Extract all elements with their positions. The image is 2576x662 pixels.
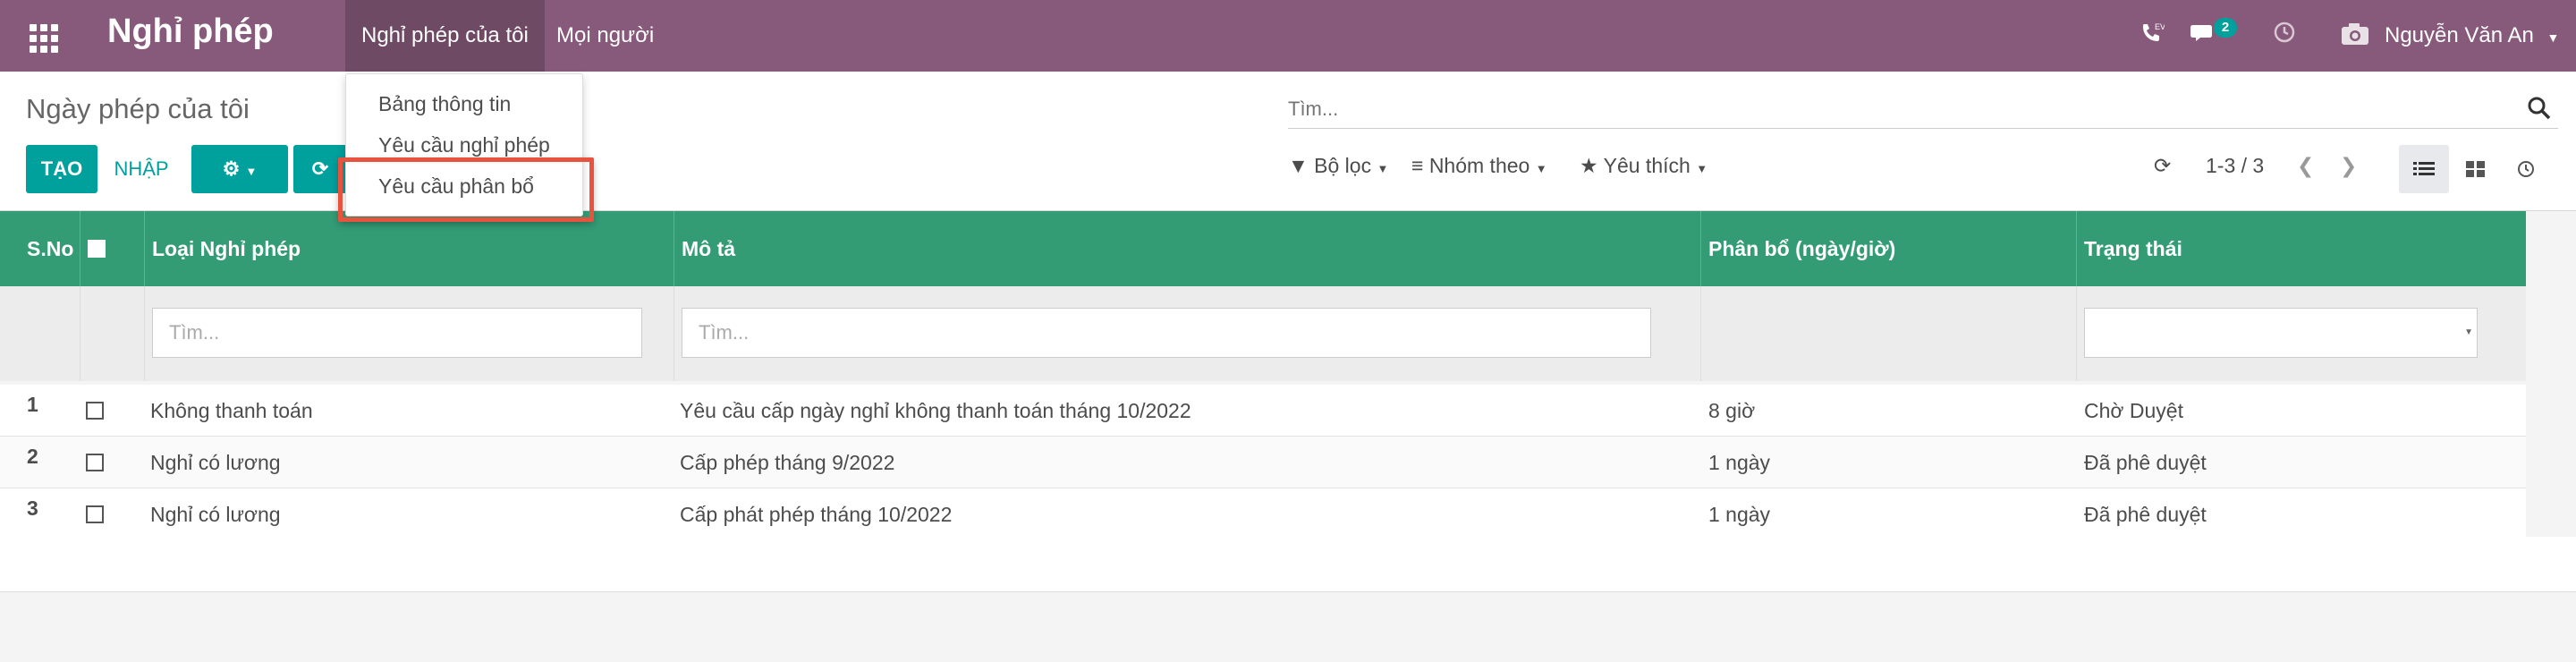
filter-cell-alloc — [1701, 286, 2077, 381]
row-allocation: 1 ngày — [1708, 503, 1771, 526]
star-icon: ★ — [1580, 154, 1598, 177]
highlight-annotation-box — [338, 157, 594, 222]
avatar-icon[interactable] — [2340, 20, 2374, 53]
svg-text:EV: EV — [2155, 22, 2165, 31]
menu-everyone[interactable]: Mọi người — [540, 0, 670, 72]
apps-menu-icon[interactable] — [25, 20, 58, 53]
search-input[interactable] — [1288, 91, 2504, 127]
table-header: S.No Loại Nghỉ phép Mô tả Phân bổ (ngày/… — [0, 211, 2526, 286]
caret-down-icon: ▼ — [1377, 162, 1389, 175]
list-icon: ≡ — [1411, 154, 1424, 177]
user-menu[interactable]: Nguyễn Văn An ▼ — [2385, 0, 2559, 72]
row-checkbox[interactable] — [86, 454, 104, 471]
group-by-label: Nhóm theo — [1428, 154, 1530, 177]
activity-clock-icon[interactable] — [2272, 20, 2297, 51]
caret-down-icon: ▼ — [1535, 162, 1547, 175]
pager-previous-icon[interactable]: ❮ — [2297, 154, 2314, 178]
filter-cell-status: ▼ — [2077, 286, 2526, 381]
clock-icon — [2518, 161, 2534, 177]
table-row[interactable]: 2 Nghỉ có lương Cấp phép tháng 9/2022 1 … — [0, 437, 2526, 488]
group-by-button[interactable]: ≡ Nhóm theo ▼ — [1411, 154, 1547, 178]
top-navbar: Nghỉ phép Nghỉ phép của tôi Mọi người EV… — [0, 0, 2576, 72]
refresh-icon: ⟳ — [311, 157, 329, 180]
app-title: Nghỉ phép — [107, 13, 274, 50]
row-status: Đã phê duyệt — [2084, 503, 2207, 526]
kanban-view-button[interactable] — [2451, 145, 2501, 193]
pager-value[interactable]: 1-3 / 3 — [2206, 154, 2264, 178]
search-bar — [1288, 91, 2558, 129]
user-name: Nguyễn Văn An — [2385, 23, 2534, 47]
filter-button[interactable]: ▼ Bộ lọc ▼ — [1288, 154, 1388, 178]
row-allocation: 8 giờ — [1708, 399, 1756, 422]
dropdown-item-dashboard[interactable]: Bảng thông tin — [378, 92, 511, 116]
menu-my-leaves[interactable]: Nghỉ phép của tôi — [345, 0, 545, 72]
row-description: Yêu cầu cấp ngày nghỉ không thanh toán t… — [680, 399, 1191, 422]
row-leave-type: Không thanh toán — [150, 399, 313, 422]
search-icon[interactable] — [2526, 95, 2553, 122]
header-leave-type[interactable]: Loại Nghỉ phép — [145, 211, 674, 286]
filter-cell-desc: Tìm... — [674, 286, 1701, 381]
chevron-down-icon: ▼ — [245, 165, 258, 178]
import-button[interactable]: NHẬP — [104, 145, 179, 193]
gear-icon: ⚙ — [222, 157, 241, 180]
row-description: Cấp phép tháng 9/2022 — [680, 451, 895, 474]
select-caret-icon: ▼ — [2464, 327, 2473, 337]
caret-down-icon: ▼ — [1696, 162, 1708, 175]
action-gear-button[interactable]: ⚙ ▼ — [191, 145, 288, 193]
header-allocation[interactable]: Phân bổ (ngày/giờ) — [1701, 211, 2077, 286]
row-leave-type: Nghỉ có lương — [150, 451, 281, 474]
funnel-icon: ▼ — [1288, 154, 1309, 177]
header-status[interactable]: Trạng thái — [2077, 211, 2526, 286]
row-checkbox[interactable] — [86, 402, 104, 420]
header-sno[interactable]: S.No — [0, 211, 80, 286]
chat-count-badge: 2 — [2214, 18, 2237, 38]
favorites-label: Yêu thích — [1603, 154, 1690, 177]
page-title: Ngày phép của tôi — [26, 93, 250, 124]
kanban-view-icon — [2466, 161, 2485, 177]
row-leave-type: Nghỉ có lương — [150, 503, 281, 526]
filter-cell-select — [80, 286, 145, 381]
row-status: Chờ Duyệt — [2084, 399, 2183, 422]
create-button[interactable]: TẠO — [26, 145, 97, 193]
phone-icon[interactable]: EV — [2138, 20, 2165, 53]
filter-label: Bộ lọc — [1314, 154, 1372, 177]
row-checkbox[interactable] — [86, 505, 104, 523]
row-sno: 3 — [27, 496, 38, 520]
row-status: Đã phê duyệt — [2084, 451, 2207, 474]
filter-cell-type: Tìm... — [145, 286, 674, 381]
favorites-button[interactable]: ★ Yêu thích ▼ — [1580, 154, 1707, 178]
chevron-down-icon: ▼ — [2546, 30, 2560, 45]
row-sno: 2 — [27, 445, 38, 468]
row-description: Cấp phát phép tháng 10/2022 — [680, 503, 953, 526]
filter-desc-input[interactable]: Tìm... — [682, 308, 1651, 358]
filter-type-input[interactable]: Tìm... — [152, 308, 642, 358]
list-view-icon — [2413, 162, 2435, 175]
filter-row: Tìm... Tìm... ▼ — [0, 286, 2526, 381]
table-row[interactable]: 3 Nghỉ có lương Cấp phát phép tháng 10/2… — [0, 488, 2526, 540]
pager-next-icon[interactable]: ❯ — [2340, 154, 2357, 178]
header-description[interactable]: Mô tả — [674, 211, 1701, 286]
row-allocation: 1 ngày — [1708, 451, 1771, 474]
filter-cell-sno — [0, 286, 80, 381]
activity-view-button[interactable] — [2501, 145, 2551, 193]
list-view-button[interactable] — [2399, 145, 2449, 193]
select-all-checkbox[interactable] — [88, 240, 106, 258]
table-row[interactable]: 1 Không thanh toán Yêu cầu cấp ngày nghỉ… — [0, 385, 2526, 437]
row-sno: 1 — [27, 393, 38, 416]
table-footer-area — [0, 537, 2576, 592]
dropdown-item-leave-requests[interactable]: Yêu cầu nghỉ phép — [378, 133, 550, 157]
filter-status-select[interactable]: ▼ — [2084, 308, 2478, 358]
header-select-all[interactable] — [80, 211, 145, 286]
reload-icon[interactable]: ⟳ — [2154, 154, 2171, 178]
